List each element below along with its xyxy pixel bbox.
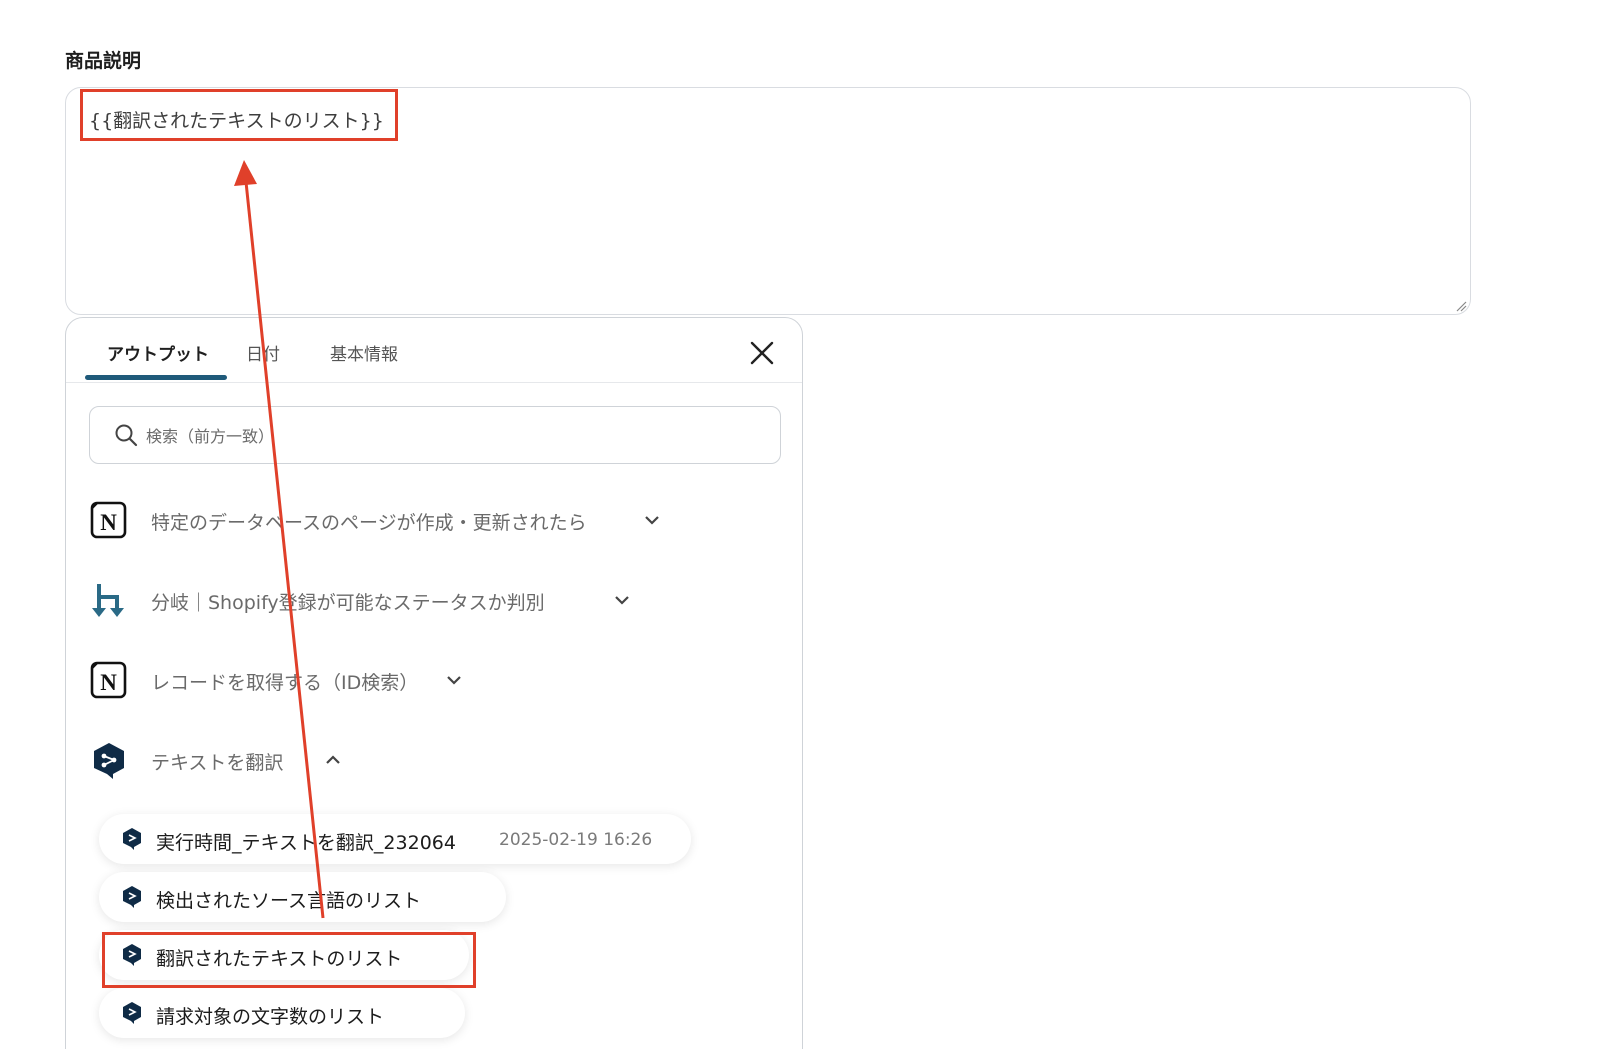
tab-date[interactable]: 日付 — [246, 340, 280, 365]
chevron-down-icon[interactable] — [644, 514, 660, 526]
output-item-timestamp: 2025-02-19 16:26 — [499, 830, 653, 850]
output-item-exec-time[interactable]: 実行時間_テキストを翻訳_232064 2025-02-19 16:26 — [99, 814, 691, 864]
active-tab-indicator — [85, 375, 227, 380]
close-icon[interactable] — [749, 340, 775, 366]
deepl-icon — [123, 944, 141, 966]
deepl-icon — [123, 886, 141, 908]
tab-basic-info[interactable]: 基本情報 — [330, 340, 398, 365]
field-label: 商品説明 — [65, 50, 142, 72]
notion-icon: N — [90, 501, 127, 539]
group-notion-trigger[interactable]: N 特定のデータベースのページが作成・更新されたら — [89, 498, 689, 542]
group-label: レコードを取得する（ID検索） — [151, 672, 419, 694]
group-label: テキストを翻訳 — [151, 752, 284, 774]
deepl-icon — [94, 743, 124, 779]
search-icon — [115, 424, 138, 447]
search-input[interactable] — [144, 419, 748, 453]
svg-text:N: N — [100, 510, 117, 535]
output-item-label: 実行時間_テキストを翻訳_232064 — [156, 832, 456, 854]
group-notion-get-record[interactable]: N レコードを取得する（ID検索） — [89, 658, 689, 702]
chevron-up-icon[interactable] — [325, 754, 341, 766]
tab-output[interactable]: アウトプット — [107, 340, 209, 365]
deepl-icon — [123, 828, 141, 850]
output-item-label: 請求対象の文字数のリスト — [156, 1006, 385, 1028]
output-item-label: 検出されたソース言語のリスト — [156, 890, 422, 912]
notion-icon: N — [90, 661, 127, 699]
group-deepl-translate[interactable]: テキストを翻訳 — [89, 738, 689, 782]
panel-tabs: アウトプット 日付 基本情報 — [66, 318, 802, 383]
output-item-billed-characters[interactable]: 請求対象の文字数のリスト — [99, 988, 465, 1038]
group-label: 分岐｜Shopify登録が可能なステータスか判別 — [151, 592, 545, 614]
branch-icon — [92, 584, 124, 617]
chevron-down-icon[interactable] — [446, 674, 462, 686]
deepl-icon — [123, 1002, 141, 1024]
chevron-down-icon[interactable] — [614, 594, 630, 606]
svg-text:N: N — [100, 670, 117, 695]
output-picker-panel: アウトプット 日付 基本情報 N 特定のデータベースのページが作成・更新さ — [65, 317, 803, 1049]
resize-handle-icon[interactable] — [1455, 300, 1467, 312]
page: 商品説明 {{翻訳されたテキストのリスト}} アウトプット 日付 基本情報 検索… — [0, 0, 1600, 1049]
output-item-translated-texts[interactable]: 翻訳されたテキストのリスト — [99, 930, 469, 980]
search-box — [89, 406, 781, 464]
textarea-value-highlighted: {{翻訳されたテキストのリスト}} — [80, 89, 398, 141]
output-item-label: 翻訳されたテキストのリスト — [156, 948, 403, 970]
group-branch[interactable]: 分岐｜Shopify登録が可能なステータスか判別 — [89, 578, 689, 622]
output-item-source-languages[interactable]: 検出されたソース言語のリスト — [99, 872, 506, 922]
group-label: 特定のデータベースのページが作成・更新されたら — [151, 512, 587, 534]
